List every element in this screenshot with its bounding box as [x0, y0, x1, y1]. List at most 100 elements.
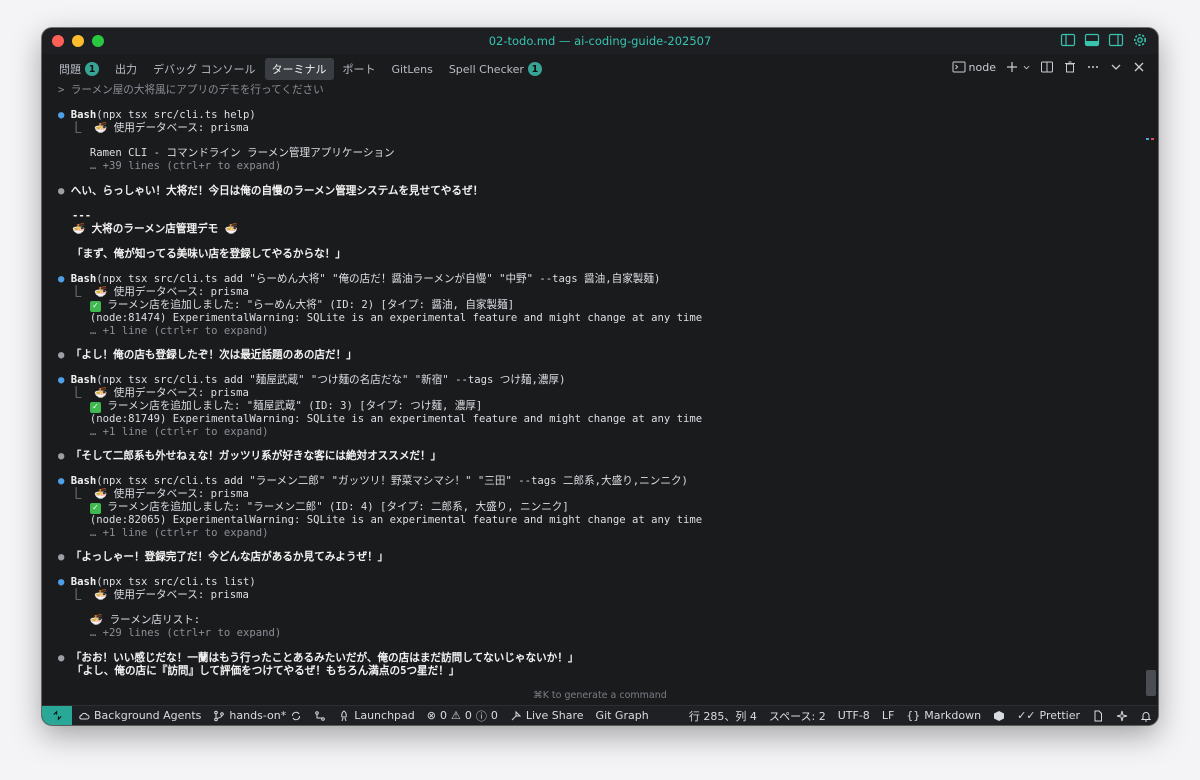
window-title: 02-todo.md — ai-coding-guide-202507 — [488, 34, 712, 48]
toggle-secondary-sidebar-icon[interactable] — [1108, 32, 1124, 48]
live-share[interactable]: Live Share — [504, 709, 590, 722]
assistant-message: ● 「おお！いい感じだな！一蘭はもう行ったことあるみたいだが、俺の店はまだ訪問し… — [58, 652, 579, 664]
split-icon — [1041, 61, 1053, 73]
db-line: ⎿ 🍜 使用データベース: prisma — [58, 488, 249, 500]
terminal-selector[interactable]: node — [952, 60, 996, 74]
warning-line: (node:81474) ExperimentalWarning: SQLite… — [58, 312, 703, 324]
info-icon: ⓘ — [475, 709, 487, 723]
warning-line: (node:81749) ExperimentalWarning: SQLite… — [58, 413, 703, 425]
tool-name: Bash — [70, 576, 97, 588]
tool-call-line: ● Bash(npx tsx src/cli.ts list) — [58, 576, 256, 588]
tool-name: Bash — [70, 273, 97, 285]
problems-summary[interactable]: ⊗ 0 ⚠ 0 ⓘ 0 — [421, 708, 504, 724]
status-label: Background Agents — [94, 709, 202, 722]
message-text: 「そして二郎系も外せねぇな！ガッツリ系が好きな客には絶対オススメだ！」 — [70, 450, 442, 462]
toggle-panel-icon[interactable] — [1084, 32, 1100, 48]
tool-args: (npx tsx src/cli.ts help) — [96, 109, 256, 121]
notifications[interactable] — [1134, 710, 1158, 722]
sync-icon — [292, 711, 301, 720]
close-window-button[interactable] — [52, 35, 64, 47]
expand-hint[interactable]: … +1 line (ctrl+r to expand) — [58, 325, 269, 338]
warning-count: 0 — [464, 709, 472, 722]
tab-label: 出力 — [115, 63, 137, 76]
tool-call-line: ● Bash(npx tsx src/cli.ts add "麺屋武蔵" "つけ… — [58, 374, 566, 386]
tab-ports[interactable]: ポート — [336, 58, 383, 80]
message-text: 「おお！いい感じだな！一蘭はもう行ったことあるみたいだが、俺の店はまだ訪問してな… — [70, 652, 579, 664]
new-terminal-button[interactable] — [1005, 60, 1031, 74]
encoding[interactable]: UTF-8 — [832, 709, 876, 722]
terminal-name: node — [968, 60, 996, 74]
kill-terminal-button[interactable] — [1063, 60, 1077, 74]
chevron-down-icon — [1111, 64, 1121, 70]
status-label: Git Graph — [595, 709, 649, 722]
spell-checker-count-badge: 1 — [527, 62, 542, 76]
tool-name: Bash — [70, 475, 97, 487]
git-compare-icon — [315, 710, 326, 721]
tool-call-line: ● Bash(npx tsx src/cli.ts add "ラーメン二郎" "… — [58, 475, 688, 487]
background-agents[interactable]: Background Agents — [72, 709, 207, 722]
branch-icon — [214, 710, 225, 721]
cursor-position[interactable]: 行 285、列 4 — [683, 708, 763, 724]
problems-count-badge: 1 — [85, 62, 99, 76]
more-actions-button[interactable] — [1086, 60, 1100, 74]
git-branch[interactable]: hands-on* — [207, 709, 308, 722]
tool-call-line: ● Bash(npx tsx src/cli.ts help) — [58, 109, 256, 121]
split-terminal-button[interactable] — [1040, 60, 1054, 74]
maximize-panel-button[interactable] — [1109, 60, 1123, 74]
indentation[interactable]: スペース: 2 — [763, 708, 832, 724]
close-icon — [1134, 62, 1144, 72]
user-prompt: > ラーメン屋の大将風にアプリのデモを行ってください — [58, 84, 324, 96]
braces-icon: {} — [906, 709, 921, 722]
expand-hint[interactable]: … +1 line (ctrl+r to expand) — [58, 426, 269, 439]
expand-hint[interactable]: … +39 lines (ctrl+r to expand) — [58, 160, 281, 173]
assistant-message: ● へい、らっしゃい！大将だ！今日は俺の自慢のラーメン管理システムを見せてやるぜ… — [58, 185, 484, 197]
toggle-primary-sidebar-icon[interactable] — [1060, 32, 1076, 48]
status-label: Live Share — [525, 709, 584, 722]
message-text: 「よっしゃー！登録完了だ！今どんな店があるか見てみようぜ！」 — [70, 551, 389, 563]
tab-spell-checker[interactable]: Spell Checker 1 — [442, 59, 549, 79]
git-graph[interactable]: Git Graph — [590, 709, 655, 722]
output-line: Ramen CLI - コマンドライン ラーメン管理アプリケーション — [58, 147, 395, 159]
message-text: へい、らっしゃい！大将だ！今日は俺の自慢のラーメン管理システムを見せてやるぜ！ — [70, 185, 484, 197]
settings-gear-icon[interactable] — [1132, 32, 1148, 48]
end-of-line[interactable]: LF — [876, 709, 900, 722]
scrollbar-markers — [1146, 138, 1156, 141]
minimize-window-button[interactable] — [72, 35, 84, 47]
tab-terminal[interactable]: ターミナル — [264, 58, 334, 80]
zoom-window-button[interactable] — [92, 35, 104, 47]
info-count: 0 — [490, 709, 498, 722]
tab-output[interactable]: 出力 — [108, 58, 144, 80]
tab-gitlens[interactable]: GitLens — [385, 60, 440, 79]
launchpad[interactable]: Launchpad — [332, 709, 421, 722]
live-share-icon — [511, 710, 522, 720]
status-bar: Background Agents hands-on* Launchpad ⊗ 0… — [42, 705, 1158, 725]
language-mode[interactable]: {} Markdown — [900, 709, 987, 722]
output-line: 🍜 ラーメン店リスト: — [58, 614, 201, 626]
tool-args: (npx tsx src/cli.ts add "ラーメン二郎" "ガッツリ！野… — [96, 475, 688, 487]
ai-sparkle[interactable] — [1110, 710, 1134, 722]
copilot-status[interactable] — [987, 710, 1011, 722]
git-actions[interactable] — [308, 710, 332, 722]
terminal-icon — [952, 61, 966, 73]
chevron-down-icon — [1023, 65, 1030, 69]
remote-icon — [52, 710, 62, 721]
success-text: ラーメン店を追加しました: "ラーメン二郎" (ID: 4) [タイプ: 二郎系… — [107, 501, 569, 513]
file-status[interactable] — [1086, 710, 1110, 722]
assistant-message: ● 「そして二郎系も外せねぇな！ガッツリ系が好きな客には絶対オススメだ！」 — [58, 450, 442, 462]
terminal-output[interactable]: > ラーメン屋の大将風にアプリのデモを行ってください ● Bash(npx ts… — [42, 82, 1158, 707]
tab-label: GitLens — [391, 62, 433, 76]
status-label: スペース: 2 — [768, 709, 826, 723]
expand-hint[interactable]: … +1 line (ctrl+r to expand) — [58, 527, 269, 540]
copilot-icon — [994, 710, 1005, 721]
rocket-icon — [341, 709, 347, 721]
tab-problems[interactable]: 問題 1 — [52, 58, 106, 80]
status-label: Launchpad — [354, 709, 415, 722]
assistant-message: ● 「よし！俺の店も登録したぞ！次は最近話題のあの店だ！」 — [58, 349, 357, 361]
close-panel-button[interactable] — [1132, 60, 1146, 74]
expand-hint[interactable]: … +29 lines (ctrl+r to expand) — [58, 627, 281, 640]
status-label: UTF-8 — [837, 709, 870, 722]
remote-indicator[interactable] — [42, 705, 72, 725]
tab-debug-console[interactable]: デバッグ コンソール — [146, 58, 263, 80]
success-text: ラーメン店を追加しました: "らーめん大将" (ID: 2) [タイプ: 醤油,… — [107, 299, 515, 311]
prettier-status[interactable]: ✓✓ Prettier — [1011, 709, 1086, 722]
